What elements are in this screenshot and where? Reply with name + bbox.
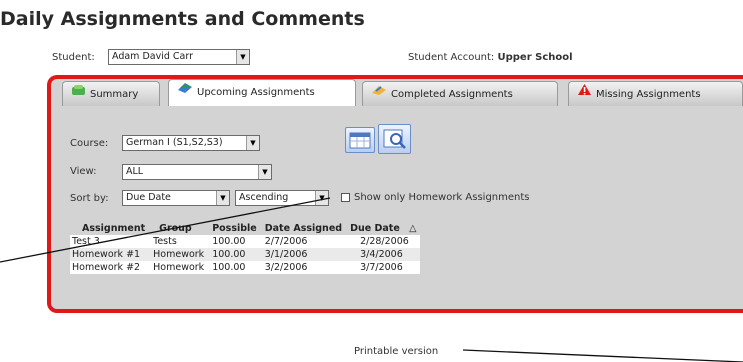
printable-version-link[interactable]: Printable version (354, 346, 438, 357)
callout-line-printable (462, 349, 743, 362)
callout-line-checkbox (0, 197, 331, 263)
callout-lines (0, 197, 743, 362)
